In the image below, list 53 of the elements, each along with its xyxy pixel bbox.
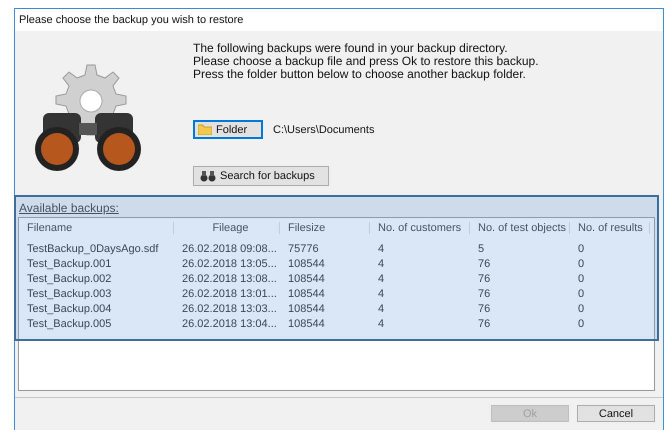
intro-text: Please choose a backup file and press Ok to restore this backup.	[193, 55, 539, 68]
table-cell-text: Test_Backup.002	[26, 272, 112, 284]
table-cell-text: 76	[477, 258, 492, 270]
table-cell-text: 26.02.2018 13:01...	[181, 288, 278, 300]
table-cell-text: 0	[577, 258, 586, 270]
table-cell-text: 75776	[287, 242, 320, 254]
table-cell-text: 26.02.2018 13:03...	[181, 302, 278, 314]
table-cell-text: Test_Backup.004	[26, 302, 112, 314]
available-backups-label: Available backups:	[19, 201, 119, 215]
table-cell-text: 4	[377, 318, 386, 330]
column-header[interactable]: No. of results	[570, 222, 650, 234]
column-header[interactable]: Filesize	[280, 222, 370, 234]
table-cell-text: 4	[377, 288, 386, 300]
table-cell-text: 76	[477, 302, 492, 314]
table-cell-text: 0	[577, 288, 586, 300]
column-header[interactable]: Filename	[19, 222, 174, 234]
table-cell-text: 108544	[287, 272, 326, 284]
table-cell-text: 76	[477, 288, 492, 300]
table-cell-text: Test_Backup.003	[26, 288, 112, 300]
search-button[interactable]: Search for backups	[193, 166, 329, 186]
table-cell-text: 4	[377, 272, 386, 284]
binoculars-icon	[200, 170, 216, 182]
table-cell-text: 108544	[287, 288, 326, 300]
table-cell-text: 108544	[287, 302, 326, 314]
table-cell-text: 26.02.2018 13:04...	[181, 318, 278, 330]
folder-icon	[198, 124, 212, 135]
table-cell-text: 0	[577, 242, 586, 254]
window-title: Please choose the backup you wish to restore	[15, 9, 663, 31]
table-cell-text: 108544	[287, 318, 326, 330]
folder-path: C:\Users\Documents	[273, 124, 374, 136]
table-cell-text: 26.02.2018 09:08...	[181, 242, 278, 254]
table-cell-text: 0	[577, 318, 586, 330]
table-cell-text: 26.02.2018 13:05...	[181, 258, 278, 270]
table-cell-text: 0	[577, 272, 586, 284]
folder-button[interactable]: Folder	[193, 120, 263, 139]
table-cell-text: 4	[377, 258, 386, 270]
table-cell-text: 76	[477, 272, 492, 284]
table-cell-text: 4	[377, 242, 386, 254]
dialog-button[interactable]: Cancel	[577, 405, 655, 422]
table-cell-text: 0	[577, 302, 586, 314]
table-cell-text: 26.02.2018 13:08...	[181, 272, 278, 284]
intro-text: Press the folder button below to choose another backup folder.	[193, 68, 526, 81]
table-cell-text: 108544	[287, 258, 326, 270]
column-header[interactable]: No. of customers	[370, 222, 470, 234]
table-cell-text: 4	[377, 302, 386, 314]
column-header[interactable]: No. of test objects	[470, 222, 570, 234]
intro-text: The following backups were found in your backup directory.	[193, 42, 509, 55]
table-cell-text: 5	[477, 242, 486, 254]
table-cell-text: Test_Backup.001	[26, 258, 112, 270]
table-cell-text: Test_Backup.005	[26, 318, 112, 330]
table-cell-text: 76	[477, 318, 492, 330]
table-cell-text: TestBackup_0DaysAgo.sdf	[26, 242, 160, 254]
column-header[interactable]: Fileage	[174, 222, 280, 234]
